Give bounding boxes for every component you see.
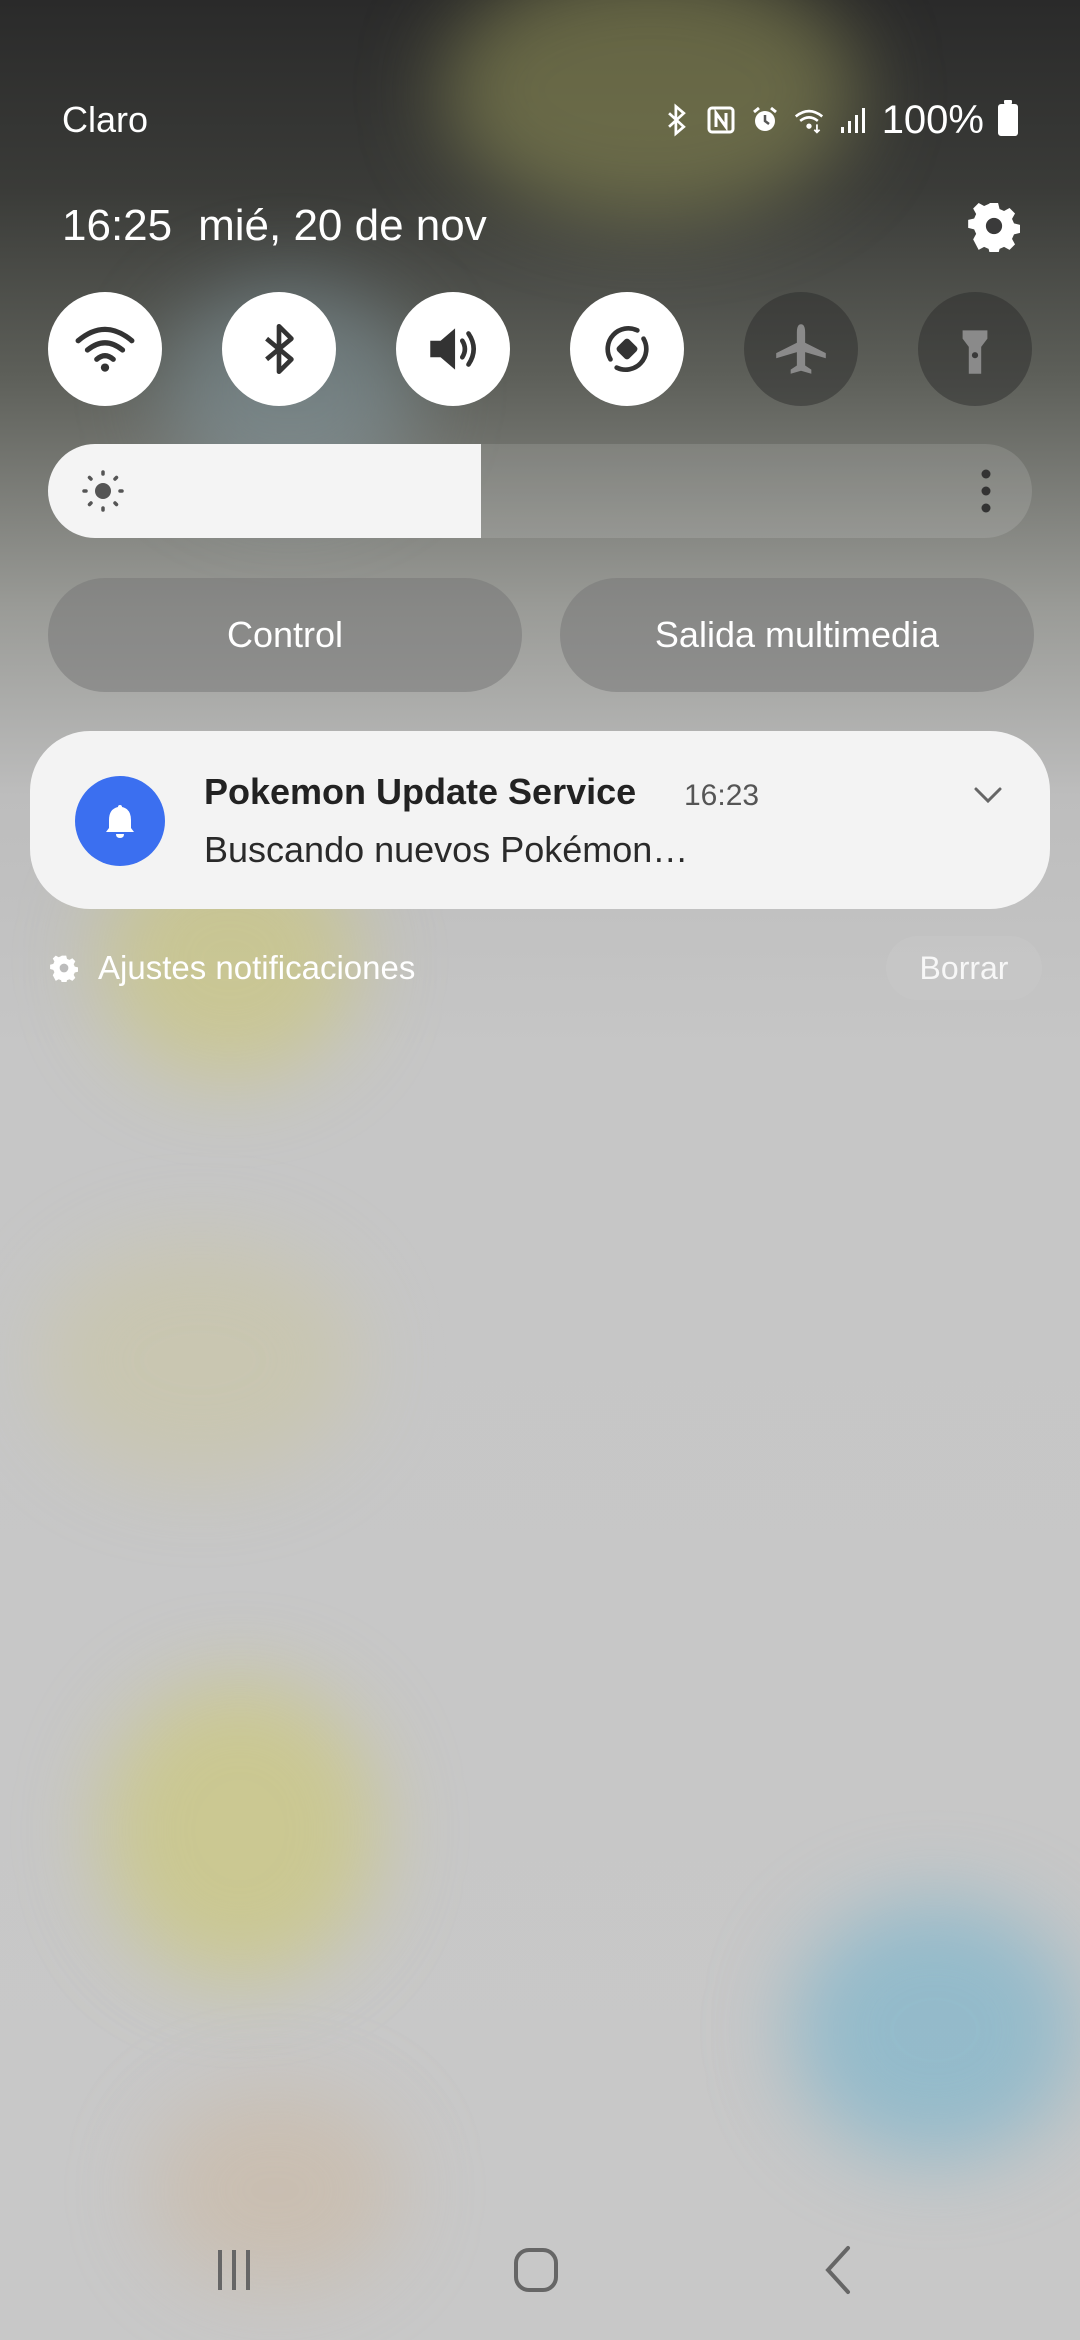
notification-time: 16:23: [684, 779, 760, 812]
bell-icon: [106, 805, 134, 838]
clear-button[interactable]: Borrar: [886, 936, 1042, 1000]
flashlight-icon: [962, 330, 988, 374]
battery-percent: 100%: [881, 97, 984, 142]
bluetooth-toggle[interactable]: [222, 292, 336, 406]
status-icons: 100%: [662, 98, 1018, 143]
recents-button[interactable]: [194, 2230, 274, 2310]
rotate-icon: [605, 326, 649, 372]
carrier-label: Claro: [62, 99, 149, 140]
app-icon: [75, 776, 165, 866]
notification-panel: Claro 100% 16:25 mié, 20 de nov Control …: [0, 0, 1080, 2340]
volume-icon: [430, 328, 476, 370]
notification-text: Buscando nuevos Pokémon…: [204, 829, 689, 870]
quick-toggles: [48, 292, 1032, 406]
media-output-button[interactable]: Salida multimedia: [560, 578, 1034, 692]
flashlight-toggle[interactable]: [918, 292, 1032, 406]
back-icon: [825, 2246, 850, 2294]
home-button[interactable]: [496, 2230, 576, 2310]
notification-app-name: Pokemon Update Service: [204, 771, 637, 812]
gear-icon[interactable]: [968, 200, 1020, 252]
recents-icon: [218, 2250, 250, 2290]
airplane-icon: [776, 324, 826, 374]
date-label[interactable]: mié, 20 de nov: [198, 201, 487, 251]
gear-icon: [50, 955, 78, 982]
wifi-icon: [75, 326, 135, 372]
wifi-toggle[interactable]: [48, 292, 162, 406]
notification-settings-label: Ajustes notificaciones: [98, 949, 416, 986]
back-button[interactable]: [800, 2230, 880, 2310]
control-button[interactable]: Control: [48, 578, 522, 692]
status-bar: Claro 100%: [62, 96, 1018, 144]
bluetooth-icon: [667, 103, 686, 137]
notification-settings-link[interactable]: Ajustes notificaciones: [50, 938, 415, 998]
sound-toggle[interactable]: [396, 292, 510, 406]
chevron-down-icon[interactable]: [968, 775, 1008, 815]
signal-icon: [840, 108, 865, 133]
date-time-row: 16:25 mié, 20 de nov: [62, 196, 1020, 256]
notification-card[interactable]: Pokemon Update Service 16:23 Buscando nu…: [30, 731, 1050, 909]
airplane-toggle[interactable]: [744, 292, 858, 406]
clock: 16:25: [62, 201, 173, 250]
navigation-bar: [0, 2230, 1080, 2320]
nfc-icon: [707, 106, 735, 134]
more-options-icon[interactable]: [980, 468, 992, 514]
brightness-slider[interactable]: [48, 444, 1032, 538]
wifi-data-icon: [794, 109, 823, 134]
alarm-icon: [752, 106, 777, 131]
bluetooth-icon: [265, 323, 294, 375]
brightness-icon: [82, 470, 124, 512]
auto-rotate-toggle[interactable]: [570, 292, 684, 406]
home-icon: [514, 2248, 558, 2292]
battery-icon: [998, 100, 1018, 136]
